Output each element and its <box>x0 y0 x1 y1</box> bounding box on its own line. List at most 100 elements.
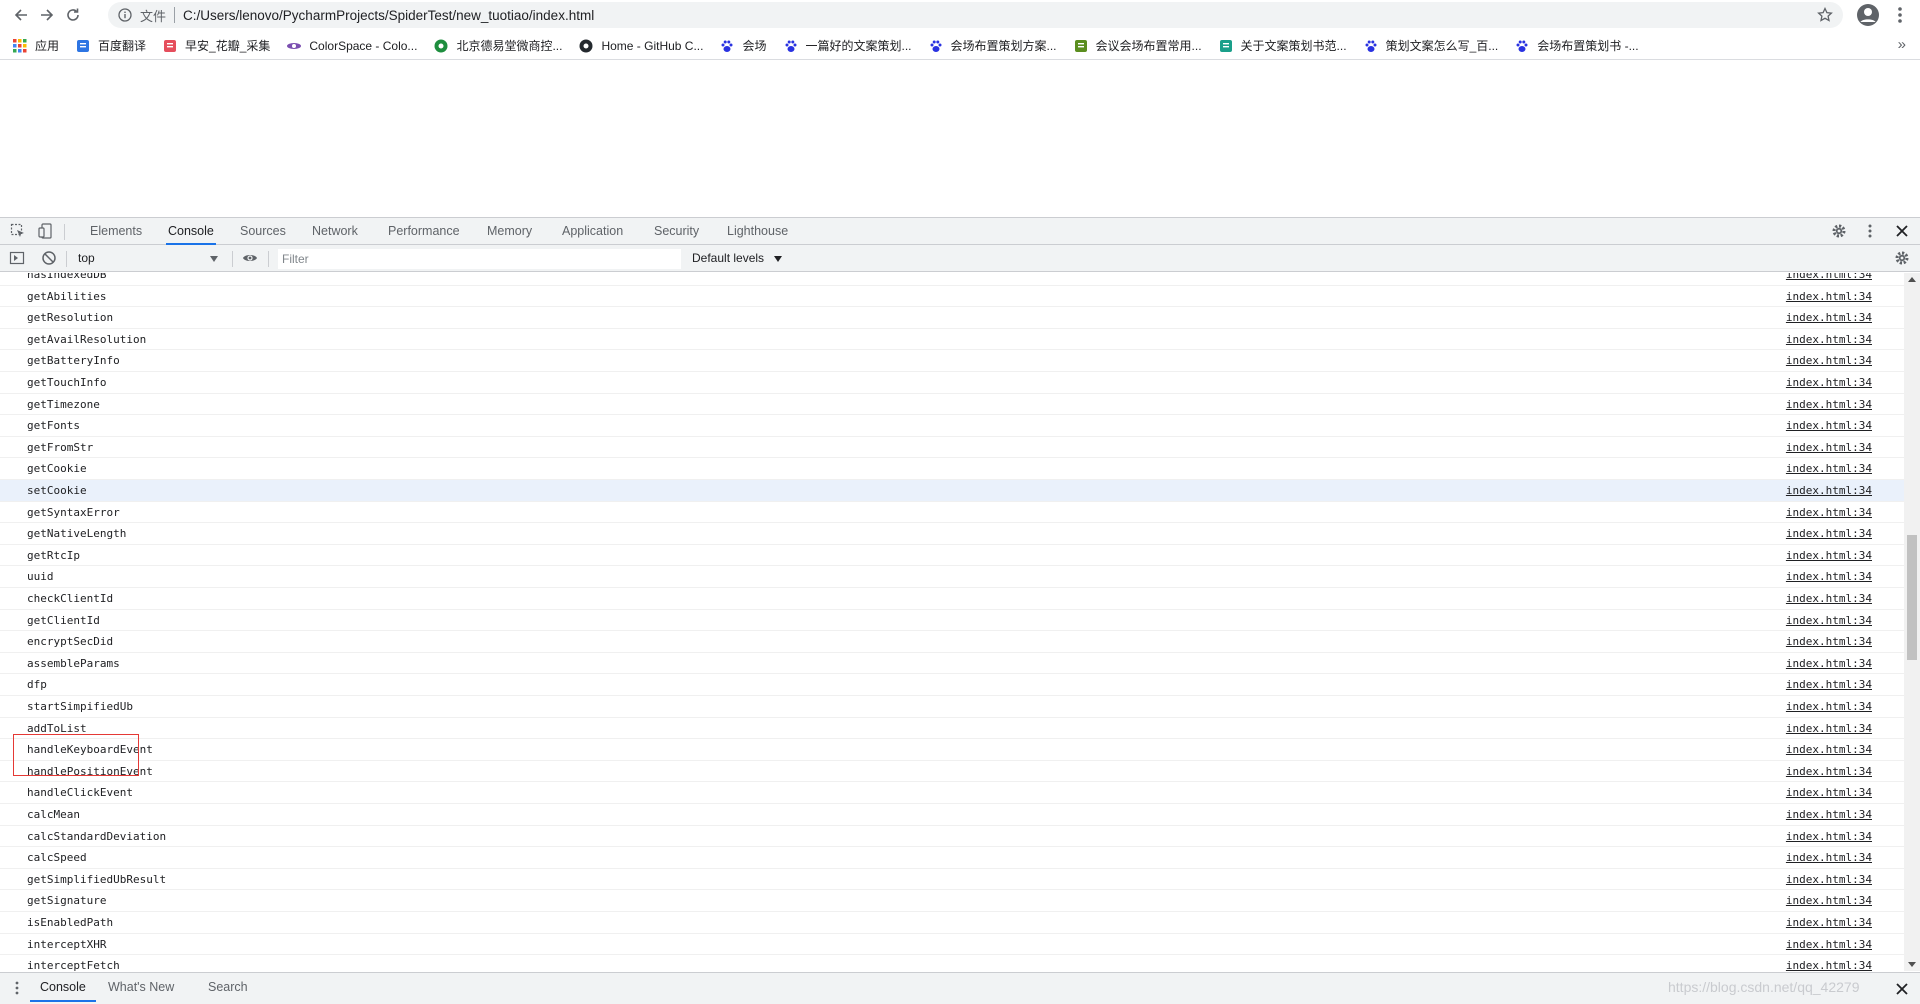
bookmark-item[interactable]: 策划文案怎么写_百... <box>1363 37 1498 54</box>
bookmarks-bar: 应用 百度翻译 早安_花瓣_采集 ColorSpace - Colo... 北京德易堂微… <box>0 32 1920 60</box>
settings-gear-icon[interactable] <box>1831 223 1847 239</box>
device-toolbar-icon[interactable] <box>38 223 54 239</box>
context-selector[interactable]: top <box>74 249 222 268</box>
tab-network[interactable]: Network <box>310 218 360 245</box>
drawer-tab-search[interactable]: Search <box>208 973 248 1002</box>
show-sidebar-icon[interactable] <box>9 250 25 266</box>
source-link[interactable]: index.html:34 <box>1786 722 1872 735</box>
scroll-up-arrow-icon[interactable] <box>1908 277 1916 282</box>
context-dropdown-caret-icon[interactable] <box>210 256 218 262</box>
levels-dropdown-caret-icon[interactable] <box>774 256 782 262</box>
source-link[interactable]: index.html:34 <box>1786 894 1872 907</box>
info-icon[interactable] <box>118 8 132 22</box>
bookmark-item[interactable]: 会议会场布置常用... <box>1073 37 1202 54</box>
star-icon[interactable] <box>1817 7 1833 23</box>
url-text[interactable]: C:/Users/lenovo/PycharmProjects/SpiderTe… <box>183 8 594 23</box>
source-link[interactable]: index.html:34 <box>1786 354 1872 367</box>
source-link[interactable]: index.html:34 <box>1786 484 1872 497</box>
profile-avatar-icon[interactable] <box>1856 3 1880 27</box>
baidu-paw-icon <box>1363 38 1379 54</box>
bookmark-item[interactable]: 一篇好的文案策划... <box>783 37 912 54</box>
bookmark-item[interactable]: 百度翻译 <box>75 37 146 54</box>
source-link[interactable]: index.html:34 <box>1786 333 1872 346</box>
devtools-tab-bar: Elements Console Sources Network Performance… <box>0 218 1920 245</box>
inspect-element-icon[interactable] <box>10 223 26 239</box>
bookmark-item[interactable]: 关于文案策划书范... <box>1218 37 1347 54</box>
bookmark-label: 会场布置策划方案... <box>950 39 1057 53</box>
console-scrollbar[interactable] <box>1904 273 1920 971</box>
close-drawer-icon[interactable] <box>1894 981 1910 997</box>
source-link[interactable]: index.html:34 <box>1786 462 1872 475</box>
console-row: getNativeLength index.html:34 <box>0 523 1904 545</box>
source-link[interactable]: index.html:34 <box>1786 290 1872 303</box>
bookmark-item[interactable]: 早安_花瓣_采集 <box>162 37 270 54</box>
address-bar[interactable]: 文件 C:/Users/lenovo/PycharmProjects/Spide… <box>108 2 1843 28</box>
tab-lighthouse[interactable]: Lighthouse <box>725 218 790 245</box>
source-link[interactable]: index.html:34 <box>1786 916 1872 929</box>
console-messages: hasIndexedDB index.html:34 getAbilities ind… <box>0 273 1904 971</box>
source-link[interactable]: index.html:34 <box>1786 786 1872 799</box>
bookmark-item[interactable]: 北京德易堂微商控... <box>433 37 562 54</box>
source-link[interactable]: index.html:34 <box>1786 419 1872 432</box>
filter-input[interactable] <box>278 249 681 269</box>
scroll-down-arrow-icon[interactable] <box>1908 962 1916 967</box>
source-link[interactable]: index.html:34 <box>1786 808 1872 821</box>
source-link[interactable]: index.html:34 <box>1786 851 1872 864</box>
source-link[interactable]: index.html:34 <box>1786 700 1872 713</box>
tab-performance[interactable]: Performance <box>386 218 462 245</box>
tab-elements[interactable]: Elements <box>88 218 144 245</box>
log-levels-dropdown[interactable]: Default levels <box>692 245 764 272</box>
bookmark-item[interactable]: 会场布置策划方案... <box>928 37 1057 54</box>
source-link[interactable]: index.html:34 <box>1786 570 1872 583</box>
source-link[interactable]: index.html:34 <box>1786 527 1872 540</box>
drawer-tab-console[interactable]: Console <box>30 973 96 1002</box>
source-link[interactable]: index.html:34 <box>1786 765 1872 778</box>
source-link[interactable]: index.html:34 <box>1786 614 1872 627</box>
source-link[interactable]: index.html:34 <box>1786 506 1872 519</box>
close-icon[interactable] <box>1894 223 1910 239</box>
source-link[interactable]: index.html:34 <box>1786 959 1872 971</box>
source-link[interactable]: index.html:34 <box>1786 830 1872 843</box>
source-link[interactable]: index.html:34 <box>1786 273 1872 281</box>
source-link[interactable]: index.html:34 <box>1786 398 1872 411</box>
tab-console[interactable]: Console <box>166 218 216 245</box>
source-link[interactable]: index.html:34 <box>1786 592 1872 605</box>
source-link[interactable]: index.html:34 <box>1786 938 1872 951</box>
clear-console-icon[interactable] <box>41 250 57 266</box>
console-row: getFonts index.html:34 <box>0 415 1904 437</box>
source-link[interactable]: index.html:34 <box>1786 678 1872 691</box>
bookmark-item[interactable]: 会场布置策划书 -... <box>1514 37 1639 54</box>
tab-security[interactable]: Security <box>652 218 701 245</box>
source-link[interactable]: index.html:34 <box>1786 311 1872 324</box>
reload-button[interactable] <box>60 2 86 28</box>
bookmark-label: 一篇好的文案策划... <box>805 39 912 53</box>
source-link[interactable]: index.html:34 <box>1786 657 1872 670</box>
source-link[interactable]: index.html:34 <box>1786 873 1872 886</box>
kebab-menu-icon[interactable] <box>1890 5 1910 25</box>
bookmark-item[interactable]: ColorSpace - Colo... <box>286 38 417 54</box>
scrollbar-thumb[interactable] <box>1907 535 1917 660</box>
bookmark-item[interactable]: 会场 <box>719 37 767 54</box>
tab-application[interactable]: Application <box>560 218 625 245</box>
console-settings-gear-icon[interactable] <box>1894 250 1910 266</box>
source-link[interactable]: index.html:34 <box>1786 635 1872 648</box>
console-row: uuid index.html:34 <box>0 566 1904 588</box>
live-expression-eye-icon[interactable] <box>242 250 258 266</box>
console-row: getClientId index.html:34 <box>0 610 1904 632</box>
back-button[interactable] <box>8 2 34 28</box>
tab-memory[interactable]: Memory <box>485 218 534 245</box>
devtools-menu-icon[interactable] <box>1862 223 1878 239</box>
drawer-menu-icon[interactable] <box>9 980 25 996</box>
tab-sources[interactable]: Sources <box>238 218 288 245</box>
source-link[interactable]: index.html:34 <box>1786 376 1872 389</box>
bookmark-item[interactable]: 应用 <box>12 37 59 54</box>
bookmarks-overflow-button[interactable]: » <box>1898 36 1906 53</box>
drawer-tab-what-s-new[interactable]: What's New <box>108 973 174 1002</box>
bookmark-item[interactable]: Home - GitHub C... <box>578 38 703 54</box>
console-row: dfp index.html:34 <box>0 674 1904 696</box>
source-link[interactable]: index.html:34 <box>1786 441 1872 454</box>
console-row: isEnabledPath index.html:34 <box>0 912 1904 934</box>
source-link[interactable]: index.html:34 <box>1786 549 1872 562</box>
forward-button[interactable] <box>34 2 60 28</box>
source-link[interactable]: index.html:34 <box>1786 743 1872 756</box>
